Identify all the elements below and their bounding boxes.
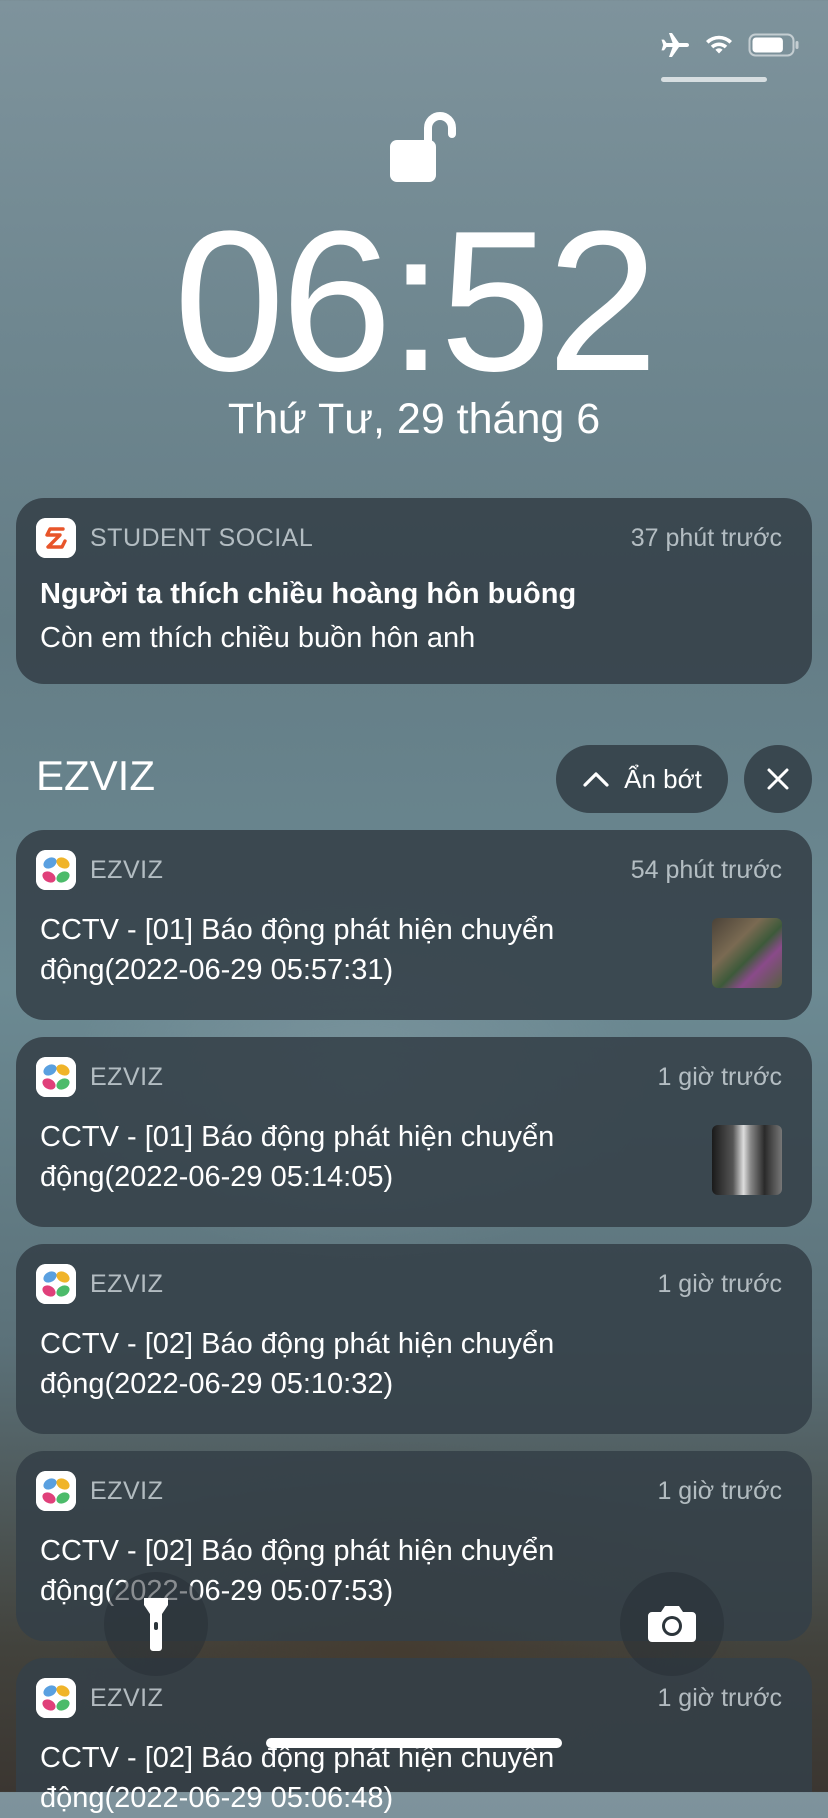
notification-body-line2: động(2022-06-29 05:07:53): [40, 1575, 394, 1607]
notification-app-name: EZVIZ: [90, 1684, 164, 1712]
notification-body-line2: động(2022-06-29 05:06:48): [40, 1782, 394, 1814]
notification-body-line1: CCTV - [02] Báo động phát hiện chuyển: [40, 1535, 555, 1567]
notification-time: 1 giờ trước: [657, 1063, 782, 1091]
notification-title: Người ta thích chiều hoàng hôn buông: [40, 578, 577, 610]
notification-ezviz-3[interactable]: EZVIZ 1 giờ trước CCTV - [02] Báo động p…: [16, 1244, 812, 1434]
notification-ezviz-1[interactable]: EZVIZ 54 phút trước CCTV - [01] Báo động…: [16, 830, 812, 1020]
notification-app-name: EZVIZ: [90, 1270, 164, 1298]
notification-body: Còn em thích chiều buồn hôn anh: [40, 622, 476, 654]
clear-group-button[interactable]: [744, 745, 812, 813]
camera-snapshot-thumbnail: [712, 1125, 782, 1195]
battery-icon: [748, 33, 799, 57]
ezviz-app-icon: [36, 1471, 76, 1511]
notification-ezviz-2[interactable]: EZVIZ 1 giờ trước CCTV - [01] Báo động p…: [16, 1037, 812, 1227]
notification-app-name: EZVIZ: [90, 1063, 164, 1091]
ezviz-app-icon: [36, 850, 76, 890]
notification-app-name: STUDENT SOCIAL: [90, 524, 314, 552]
airplane-icon: [661, 33, 689, 57]
camera-icon: [648, 1606, 696, 1642]
control-center-indicator[interactable]: [661, 77, 767, 82]
home-indicator[interactable]: [266, 1738, 562, 1748]
unlocked-icon: [388, 106, 468, 193]
notification-body-line1: CCTV - [01] Báo động phát hiện chuyển: [40, 1121, 555, 1153]
notification-body-line1: CCTV - [01] Báo động phát hiện chuyển: [40, 914, 555, 946]
notification-time: 37 phút trước: [630, 524, 782, 552]
wifi-icon: [706, 35, 732, 54]
notification-body-line2: động(2022-06-29 05:14:05): [40, 1161, 394, 1193]
notification-app-name: EZVIZ: [90, 856, 164, 884]
ezviz-app-icon: [36, 1678, 76, 1718]
ezviz-app-icon: [36, 1264, 76, 1304]
notification-app-name: EZVIZ: [90, 1477, 164, 1505]
ezviz-app-icon: [36, 1057, 76, 1097]
camera-button[interactable]: [620, 1572, 724, 1676]
flashlight-icon: [144, 1598, 168, 1651]
status-bar: [660, 32, 800, 58]
notification-body-line1: CCTV - [02] Báo động phát hiện chuyển: [40, 1328, 555, 1360]
camera-snapshot-thumbnail: [712, 918, 782, 988]
notification-time: 1 giờ trước: [657, 1270, 782, 1298]
show-less-label: Ẩn bớt: [624, 763, 702, 794]
group-title: EZVIZ: [36, 752, 156, 799]
notification-time: 1 giờ trước: [657, 1477, 782, 1505]
notification-body-line2: động(2022-06-29 05:57:31): [40, 954, 394, 986]
chevron-up-icon: [583, 772, 609, 787]
notification-time: 54 phút trước: [630, 856, 782, 884]
clock: 06:52: [173, 190, 659, 413]
date-label: Thứ Tư, 29 tháng 6: [227, 395, 601, 443]
notification-time: 1 giờ trước: [657, 1684, 782, 1712]
notification-student-social[interactable]: STUDENT SOCIAL 37 phút trước Người ta th…: [16, 498, 812, 684]
notification-ezviz-5[interactable]: EZVIZ 1 giờ trước CCTV - [02] Báo động p…: [16, 1658, 812, 1814]
show-less-button[interactable]: Ẩn bớt: [556, 745, 728, 813]
notification-body-line2: động(2022-06-29 05:10:32): [40, 1368, 394, 1400]
student-social-app-icon: [36, 518, 76, 558]
flashlight-button[interactable]: [104, 1572, 208, 1676]
close-icon: [767, 768, 789, 790]
